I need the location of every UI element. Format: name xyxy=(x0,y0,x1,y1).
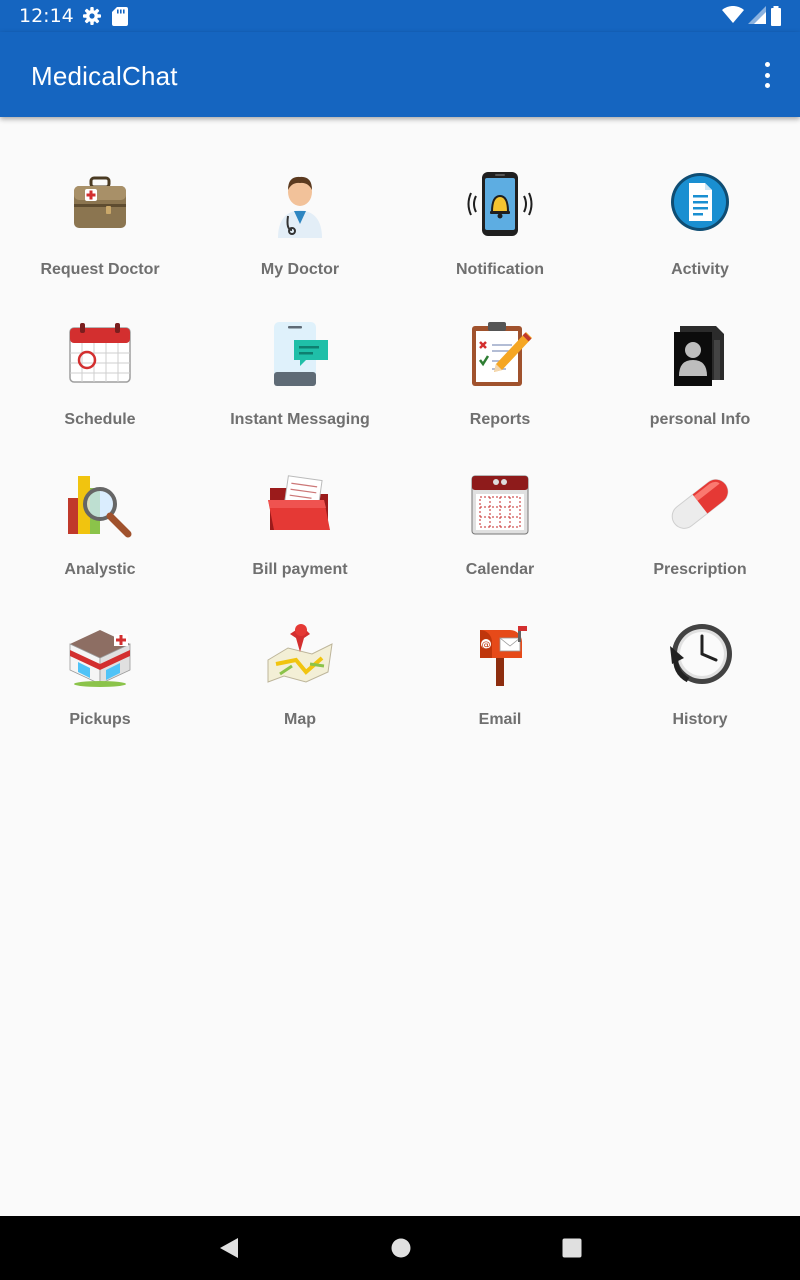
tile-label: Request Doctor xyxy=(40,261,160,278)
tile-bill-payment[interactable]: Bill payment xyxy=(200,468,400,618)
app-title: MedicalChat xyxy=(31,61,178,91)
tile-label: Bill payment xyxy=(252,561,348,578)
pharmacy-store-icon xyxy=(66,620,134,688)
tile-map[interactable]: Map xyxy=(200,618,400,768)
phone-bell-icon xyxy=(466,170,534,238)
clock-history-icon xyxy=(666,620,734,688)
contact-folder-icon xyxy=(666,320,734,388)
dashboard-grid: Request Doctor My Doctor Notification Ac… xyxy=(0,168,800,768)
phone-chat-icon xyxy=(266,320,334,388)
tile-analystic[interactable]: Analystic xyxy=(0,468,200,618)
tile-reports[interactable]: Reports xyxy=(400,318,600,468)
calendar-schedule-icon xyxy=(66,320,134,388)
tile-label: Instant Messaging xyxy=(230,411,370,428)
tile-label: Email xyxy=(478,711,522,728)
medical-bag-icon xyxy=(66,170,134,238)
doctor-icon xyxy=(266,170,334,238)
tile-label: personal Info xyxy=(649,411,751,428)
sd-card-icon xyxy=(112,7,128,31)
back-icon[interactable] xyxy=(218,1236,240,1265)
mailbox-icon: @ xyxy=(466,620,534,688)
wifi-icon xyxy=(722,5,744,23)
navigation-bar xyxy=(0,1216,800,1280)
battery-icon xyxy=(771,6,781,26)
tile-prescription[interactable]: Prescription xyxy=(600,468,800,618)
tile-request-doctor[interactable]: Request Doctor xyxy=(0,168,200,318)
recent-apps-icon[interactable] xyxy=(561,1236,583,1265)
tile-schedule[interactable]: Schedule xyxy=(0,318,200,468)
pill-icon xyxy=(666,470,734,538)
tile-personal-info[interactable]: personal Info xyxy=(600,318,800,468)
overflow-menu-icon[interactable] xyxy=(761,62,773,88)
gear-icon xyxy=(82,6,102,31)
clipboard-pencil-icon xyxy=(466,320,534,388)
svg-text:@: @ xyxy=(482,641,491,651)
signal-icon xyxy=(748,6,766,24)
map-pin-icon xyxy=(266,620,334,688)
tile-history[interactable]: History xyxy=(600,618,800,768)
tile-activity[interactable]: Activity xyxy=(600,168,800,318)
tile-label: Notification xyxy=(456,261,544,278)
home-icon[interactable] xyxy=(390,1236,412,1265)
tile-instant-messaging[interactable]: Instant Messaging xyxy=(200,318,400,468)
tile-label: Analystic xyxy=(64,561,136,578)
status-time: 12:14 xyxy=(19,5,74,27)
tile-my-doctor[interactable]: My Doctor xyxy=(200,168,400,318)
tile-label: Schedule xyxy=(64,411,136,428)
tile-label: My Doctor xyxy=(260,261,340,278)
tile-label: History xyxy=(672,711,728,728)
chart-magnifier-icon xyxy=(66,470,134,538)
tile-notification[interactable]: Notification xyxy=(400,168,600,318)
app-bar: MedicalChat xyxy=(0,32,800,117)
tile-label: Prescription xyxy=(653,561,747,578)
tile-label: Map xyxy=(284,711,316,728)
tile-label: Reports xyxy=(469,411,531,428)
status-bar: 12:14 xyxy=(0,0,800,32)
tile-label: Calendar xyxy=(465,561,535,578)
status-icons xyxy=(718,5,782,26)
tile-calendar[interactable]: Calendar xyxy=(400,468,600,618)
red-folder-icon xyxy=(266,470,334,538)
calendar-icon xyxy=(466,470,534,538)
tile-label: Pickups xyxy=(69,711,131,728)
tile-pickups[interactable]: Pickups xyxy=(0,618,200,768)
document-circle-icon xyxy=(666,170,734,238)
tile-label: Activity xyxy=(671,261,729,278)
tile-email[interactable]: @ Email xyxy=(400,618,600,768)
